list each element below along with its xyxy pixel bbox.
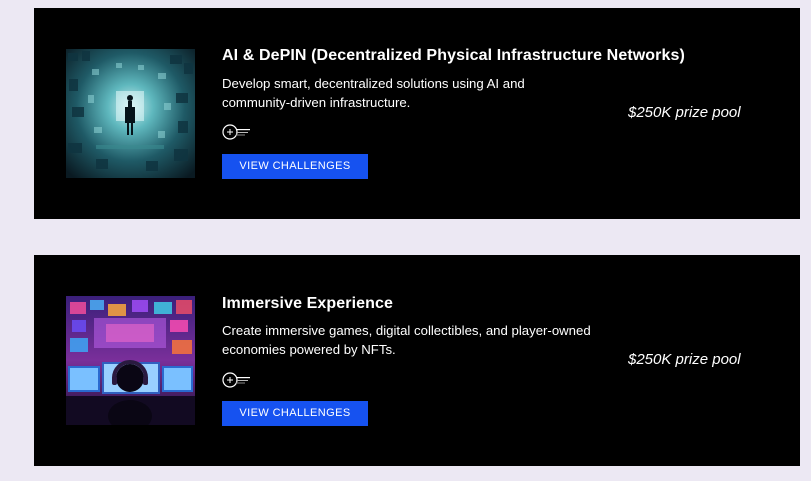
sponsor-logo-icon bbox=[222, 371, 252, 389]
view-challenges-button[interactable]: VIEW CHALLENGES bbox=[222, 401, 368, 426]
immersive-experience-artwork-icon bbox=[66, 296, 195, 425]
track-title: Immersive Experience bbox=[222, 295, 393, 312]
ai-depin-artwork-icon bbox=[66, 49, 195, 178]
prize-pool: $250K prize pool bbox=[628, 104, 741, 121]
prize-pool: $250K prize pool bbox=[628, 351, 741, 368]
track-description: Create immersive games, digital collecti… bbox=[222, 323, 591, 357]
track-card-ai-depin: AI & DePIN (Decentralized Physical Infra… bbox=[34, 8, 800, 219]
track-card-immersive-experience: Immersive Experience Create immersive ga… bbox=[34, 255, 800, 466]
view-challenges-button[interactable]: VIEW CHALLENGES bbox=[222, 154, 368, 179]
track-description: Develop smart, decentralized solutions u… bbox=[222, 76, 525, 110]
track-title: AI & DePIN (Decentralized Physical Infra… bbox=[222, 47, 685, 64]
sponsor-logo-icon bbox=[222, 123, 252, 141]
